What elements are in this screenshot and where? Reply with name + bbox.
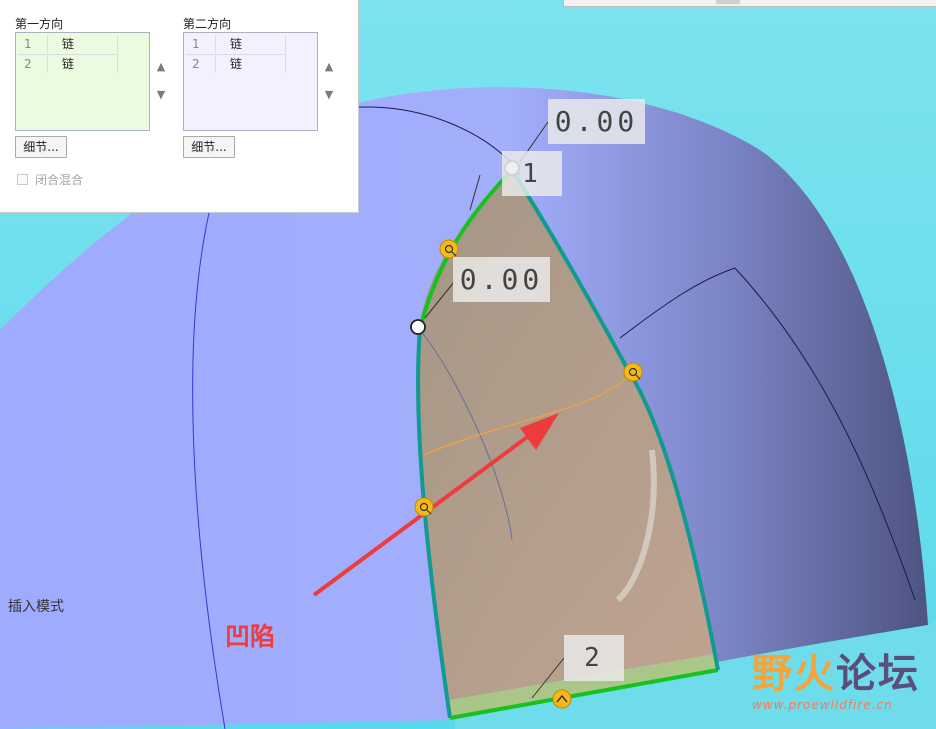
dimension-left-upper[interactable]: 0.00 xyxy=(453,257,550,302)
move-up-arrow-icon[interactable]: ▲ xyxy=(154,60,168,74)
dimension-bottom-tag[interactable]: 2 xyxy=(564,635,624,681)
second-direction-title: 第二方向 xyxy=(183,17,232,31)
first-direction-title: 第一方向 xyxy=(15,17,64,31)
watermark: 野火论坛 www.proewildfire.cn xyxy=(752,652,920,712)
list-item[interactable]: 1 链 xyxy=(18,35,118,53)
insert-mode-label: 插入模式 xyxy=(8,599,64,615)
dimension-top-tip[interactable]: 0.00 xyxy=(548,99,645,144)
tangent-handle-icon[interactable] xyxy=(414,497,434,517)
chain-index: 2 xyxy=(186,55,216,73)
watermark-title-part1: 野火 xyxy=(752,651,836,697)
dimension-tip-tag[interactable]: 1 xyxy=(502,151,562,196)
blend-panel: 第一方向 1 链 2 链 ▲ ▼ 细节... 第二方向 1 链 2 链 ▲ ▼ … xyxy=(0,0,359,213)
move-down-arrow-icon[interactable]: ▼ xyxy=(154,88,168,102)
first-direction-details-button[interactable]: 细节... xyxy=(15,136,67,158)
list-item[interactable]: 2 链 xyxy=(18,54,118,73)
tangent-handle-icon[interactable] xyxy=(623,362,643,382)
watermark-url: www.proewildfire.cn xyxy=(752,698,893,712)
closed-blend-checkbox[interactable] xyxy=(17,174,28,185)
chain-index: 1 xyxy=(186,35,216,53)
move-down-arrow-icon[interactable]: ▼ xyxy=(322,88,336,102)
watermark-title: 野火论坛 xyxy=(752,652,920,696)
second-direction-details-button[interactable]: 细节... xyxy=(183,136,235,158)
closed-blend-label: 闭合混合 xyxy=(35,173,84,187)
chain-index: 1 xyxy=(18,35,48,53)
start-point-left[interactable] xyxy=(410,319,426,335)
chain-type: 链 xyxy=(48,35,118,53)
chain-type: 链 xyxy=(216,55,286,73)
toolbar-knob[interactable] xyxy=(716,0,740,4)
chain-type: 链 xyxy=(216,35,286,53)
chain-type: 链 xyxy=(48,55,118,73)
second-direction-chain-list[interactable]: 1 链 2 链 xyxy=(183,32,318,131)
tangent-handle-icon[interactable] xyxy=(439,239,459,259)
first-direction-chain-list[interactable]: 1 链 2 链 xyxy=(15,32,150,131)
move-up-arrow-icon[interactable]: ▲ xyxy=(322,60,336,74)
list-item[interactable]: 2 链 xyxy=(186,54,286,73)
watermark-title-part2: 论坛 xyxy=(836,651,920,697)
top-toolbar-strip xyxy=(563,0,936,7)
dent-annotation: 凹陷 xyxy=(225,622,276,651)
chevron-up-handle-icon[interactable] xyxy=(552,689,572,709)
list-item[interactable]: 1 链 xyxy=(186,35,286,53)
chain-index: 2 xyxy=(18,55,48,73)
closed-blend-option[interactable]: 闭合混合 xyxy=(17,171,83,188)
